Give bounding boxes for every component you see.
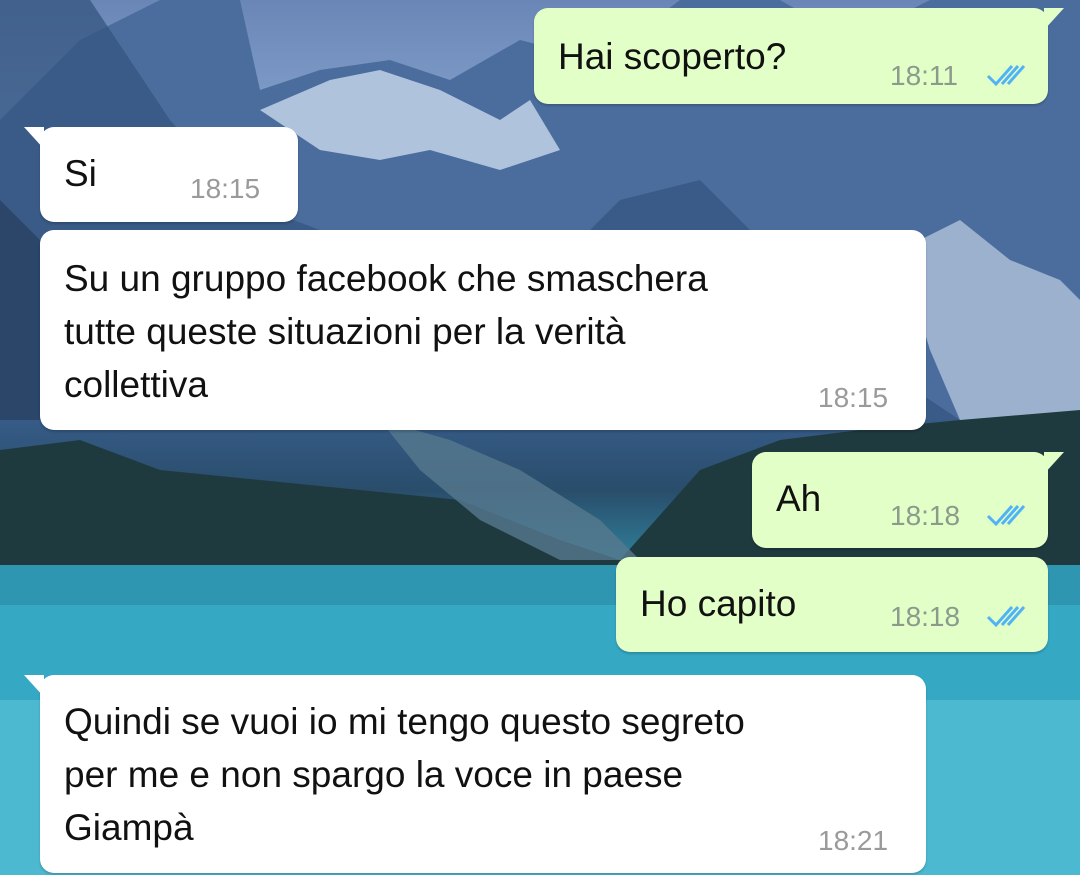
bubble-tail: [24, 127, 44, 149]
message-bubble-incoming[interactable]: Si 18:15: [24, 127, 298, 222]
bubble-tail: [1044, 452, 1064, 474]
message-text: Quindi se vuoi io mi tengo questo segret…: [64, 701, 745, 848]
message-text: Su un gruppo facebook che smaschera tutt…: [64, 258, 708, 405]
message-text: Si: [64, 153, 97, 194]
message-bubble-outgoing[interactable]: Hai scoperto? 18:11: [534, 8, 1064, 104]
message-text: Hai scoperto?: [558, 36, 787, 77]
message-bubble-outgoing[interactable]: Ho capito 18:18: [616, 557, 1048, 652]
message-bubble-outgoing[interactable]: Ah 18:18: [752, 452, 1064, 548]
bubble-tail: [24, 675, 44, 697]
double-check-read-icon: [986, 505, 1026, 527]
double-check-read-icon: [986, 65, 1026, 87]
message-timestamp: 18:18: [890, 601, 961, 632]
message-timestamp: 18:15: [818, 382, 889, 413]
message-text: Ah: [776, 478, 822, 519]
message-timestamp: 18:11: [890, 60, 958, 91]
message-timestamp: 18:15: [190, 173, 261, 204]
message-text: Ho capito: [640, 583, 797, 624]
message-timestamp: 18:21: [818, 825, 889, 856]
bubble-tail: [1044, 8, 1064, 30]
message-timestamp: 18:18: [890, 500, 961, 531]
double-check-read-icon: [986, 606, 1026, 628]
message-bubble-incoming[interactable]: Quindi se vuoi io mi tengo questo segret…: [24, 675, 926, 873]
message-bubble-incoming[interactable]: Su un gruppo facebook che smaschera tutt…: [40, 230, 926, 430]
